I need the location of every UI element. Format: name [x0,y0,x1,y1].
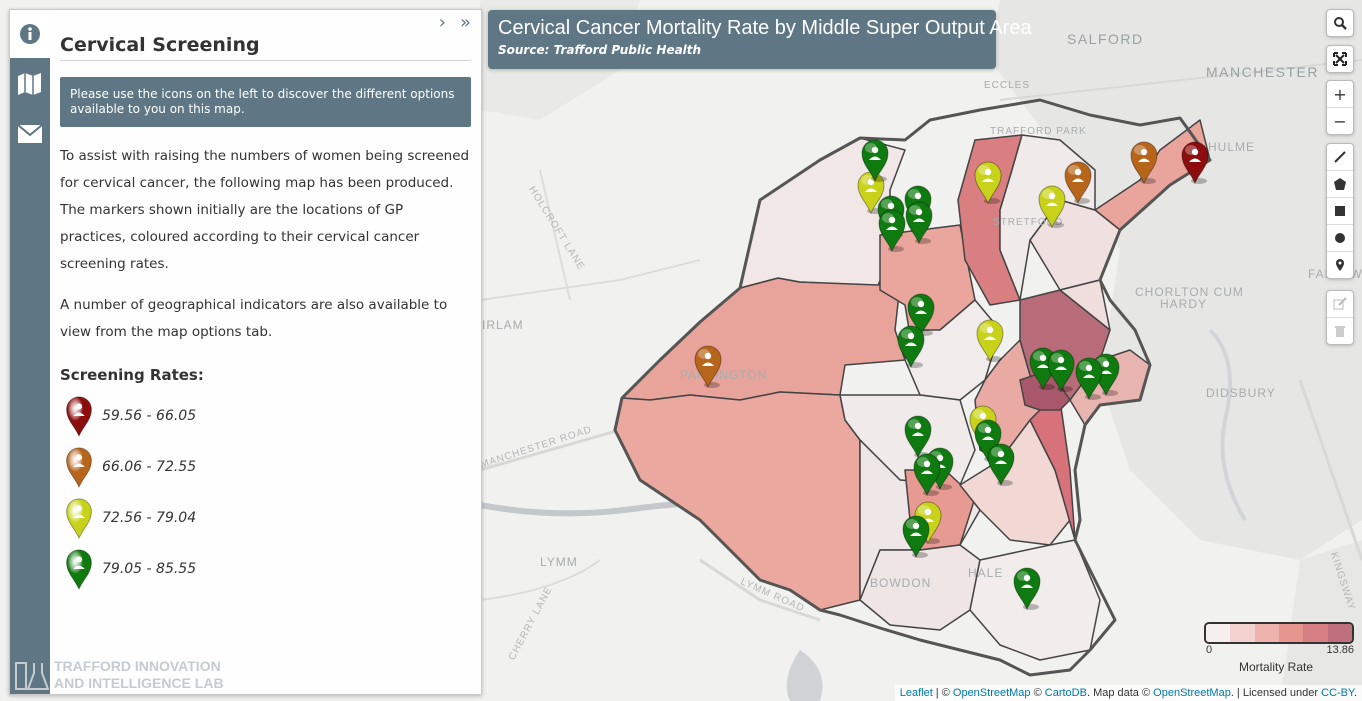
gp-marker-icon [66,446,92,488]
place-label-partington: PARTINGTON [680,368,768,382]
scale-title: Mortality Rate [1239,660,1314,674]
logo: TRAFFORD INNOVATION AND INTELLIGENCE LAB [14,658,224,692]
edit-icon [1333,297,1347,310]
map-title-box: Cervical Cancer Mortality Rate by Middle… [488,10,1032,69]
logo-text: TRAFFORD INNOVATION AND INTELLIGENCE LAB [54,658,224,692]
fullscreen-button[interactable] [1327,46,1353,72]
legend-item: 66.06 - 72.55 [64,441,471,492]
minus-icon: − [1333,111,1347,131]
gp-marker-icon [66,395,92,437]
legend-item: 72.56 - 79.04 [64,492,471,543]
scale-swatch [1303,624,1328,642]
map-pin-icon [1336,259,1344,271]
sidebar: ›» Cervical Screening Please use the ico… [9,9,482,695]
logo-line-1: TRAFFORD INNOVATION [54,658,221,674]
tab-contact[interactable] [10,110,50,158]
place-label-trafford-park: TRAFFORD PARK [990,126,1087,137]
intro-paragraph: To assist with raising the numbers of wo… [60,148,470,272]
place-label-bowdon: BOWDON [870,576,932,590]
scale-swatch [1278,624,1304,642]
sidebar-pane: ›» Cervical Screening Please use the ico… [60,10,471,594]
legend-item: 59.56 - 66.05 [64,390,471,441]
place-label-didsbury: DIDSBURY [1206,386,1276,400]
place-label-salford: SALFORD [1067,31,1144,47]
legend-label: 59.56 - 66.05 [102,407,197,424]
draw-toolbar[interactable] [1326,143,1354,279]
draw-polyline-button[interactable] [1327,144,1353,170]
pane-controls: ›» [439,12,471,33]
scale-max-label: 13.86 [1326,644,1354,656]
attribution-text: © [1030,687,1045,699]
draw-polygon-button[interactable] [1327,170,1353,197]
attribution-text: . [1353,687,1357,699]
edit-toolbar[interactable] [1326,290,1354,345]
carto-link[interactable]: CartoDB [1045,687,1087,699]
legend-title: Screening Rates: [60,366,204,384]
edit-layers-button[interactable] [1327,291,1353,317]
map-title: Cervical Cancer Mortality Rate by Middle… [498,17,1032,39]
ccby-link[interactable]: CC-BY [1321,687,1354,699]
draw-circle-button[interactable] [1327,224,1353,251]
chevron-right-icon[interactable]: › [439,12,446,33]
rectangle-icon [1335,206,1345,216]
attribution-text: . | Licensed under [1230,687,1322,699]
envelope-icon [17,124,43,143]
search-icon [1334,17,1347,30]
scale-min-label: 0 [1206,644,1213,656]
logo-line-2: AND INTELLIGENCE LAB [54,675,224,691]
map-icon [18,73,41,95]
scale-bar [1204,622,1354,644]
place-label-eccles: ECCLES [984,80,1031,91]
scale-swatch [1254,624,1279,642]
place-label-hardy: HARDY [1160,297,1208,311]
info-icon [20,24,40,44]
lab-logo-icon [15,662,50,690]
gp-marker-icon [66,548,92,590]
polygon-icon [1334,178,1346,190]
legend-item: 79.05 - 85.55 [64,543,471,594]
fullscreen-icon [1333,52,1347,66]
polyline-icon [1334,151,1346,163]
legend-label: 66.06 - 72.55 [102,458,197,475]
zoom-control[interactable]: + − [1326,80,1354,135]
attribution-text: . Map data © [1086,687,1154,699]
map-attribution: Leaflet | © OpenStreetMap © CartoDB. Map… [894,685,1362,701]
osm-data-link[interactable]: OpenStreetMap [1153,687,1231,699]
mortality-rate-scale: 0 13.86 Mortality Rate [1204,622,1354,674]
circle-icon [1335,233,1345,243]
attribution-text: | © [932,687,953,699]
delete-layers-button[interactable] [1327,317,1353,344]
fullscreen-control[interactable] [1326,45,1354,73]
scale-swatch [1206,624,1231,642]
leaflet-link[interactable]: Leaflet [900,687,933,699]
search-control[interactable] [1326,9,1354,37]
screening-legend: 59.56 - 66.05 66.06 - 72.55 72.56 - 79.04 7… [60,390,471,594]
place-label-lymm: LYMM [540,555,578,569]
legend-label: 79.05 - 85.55 [102,560,197,577]
place-label-manchester: MANCHESTER [1206,64,1320,80]
place-label-irlam: IRLAM [482,318,524,332]
indicators-paragraph: A number of geographical indicators are … [60,297,448,340]
scale-swatch [1327,624,1352,642]
draw-rectangle-button[interactable] [1327,197,1353,224]
scale-swatch [1230,624,1255,642]
plus-icon: + [1333,84,1347,104]
info-box: Please use the icons on the left to disc… [60,77,471,127]
sidebar-tabs [10,10,50,694]
tab-info[interactable] [10,10,50,58]
osm-link[interactable]: OpenStreetMap [953,687,1031,699]
tab-map[interactable] [10,60,50,108]
double-chevron-right-icon[interactable]: » [460,12,471,33]
zoom-out-button[interactable]: − [1327,107,1353,134]
draw-marker-button[interactable] [1327,251,1353,278]
map-source: Source: Trafford Public Health [498,43,702,57]
search-button[interactable] [1327,10,1353,36]
trash-icon [1335,326,1345,337]
pane-title: Cervical Screening [60,34,471,61]
place-label-hale: HALE [968,566,1004,580]
legend-label: 72.56 - 79.04 [102,509,197,526]
gp-marker-icon [66,497,92,539]
place-label-hulme: HULME [1208,140,1256,154]
zoom-in-button[interactable]: + [1327,81,1353,107]
